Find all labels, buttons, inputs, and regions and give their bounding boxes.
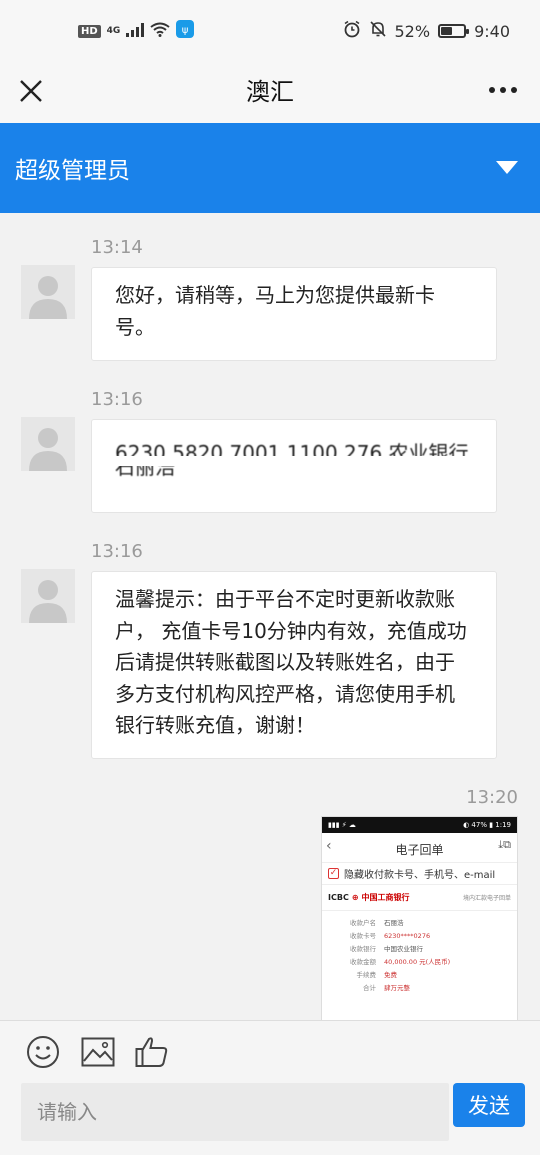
chat-area[interactable]: 13:14 您好，请稍等，马上为您提供最新卡号。 13:16 6230 5820…	[0, 213, 540, 1020]
message-time: 13:20	[466, 787, 518, 808]
status-left: HD 4G ψ	[78, 20, 195, 42]
receipt-title: 电子回单	[395, 843, 444, 857]
battery-level	[441, 27, 453, 35]
agent-selector[interactable]: 超级管理员	[0, 123, 540, 213]
download-share-icon: ⤓⧉	[498, 838, 511, 851]
receipt-subtitle: 境内汇款电子回单	[462, 895, 511, 902]
signal-icon	[126, 22, 145, 41]
page-title: 澳汇	[246, 78, 294, 106]
thumbs-up-icon	[135, 1037, 168, 1067]
message-bubble: 您好，请稍等，马上为您提供最新卡号。	[91, 267, 497, 361]
message-bubble: 6230 5820 7001 1100 276 农业银行 石丽浩	[91, 419, 497, 513]
message-input[interactable]	[21, 1083, 449, 1141]
receipt-rows: 收款户名 石丽浩 收款卡号 6230****0276 收款银行 中国农业银行 收款金额…	[322, 911, 517, 995]
battery-percent: 52%	[394, 21, 431, 41]
message-time: 13:16	[91, 541, 143, 562]
svg-text:ψ: ψ	[182, 25, 189, 36]
receipt-status-bar: ▮▮▮ ⚡ ☁ ◐ 47% ▮ 1:19	[322, 817, 517, 833]
like-button[interactable]	[134, 1035, 170, 1069]
agent-name: 超级管理员	[15, 158, 130, 184]
message-bubble: 温馨提示：由于平台不定时更新收款账户， 充值卡号10分钟内有效，充值成功后请提供…	[91, 571, 497, 759]
input-area: 发送	[0, 1020, 540, 1155]
avatar	[21, 569, 75, 623]
receipt-header: ‹ 电子回单 ⤓⧉	[322, 833, 517, 863]
status-bar: HD 4G ψ 52% 9:40	[0, 0, 540, 62]
image-button[interactable]	[80, 1035, 116, 1069]
caret-down-icon	[496, 161, 518, 174]
receipt-row: 手续费 免费	[356, 971, 398, 979]
checkbox-icon: ✓	[328, 868, 339, 879]
card-number-line: 6230 5820 7001 1100 276 农业银行	[115, 441, 469, 456]
clock-time: 9:40	[474, 21, 510, 41]
battery-icon	[438, 24, 470, 38]
receipt-hide-option: ✓ 隐藏收付款卡号、手机号、e-mail	[322, 863, 517, 885]
wifi-icon	[150, 22, 170, 41]
message-time: 13:16	[91, 389, 143, 410]
emoji-button[interactable]	[25, 1035, 61, 1069]
send-button[interactable]: 发送	[453, 1083, 525, 1127]
avatar	[21, 265, 75, 319]
image-icon	[81, 1037, 115, 1067]
receipt-row: 收款金额 40,000.00 元(人民币)	[350, 958, 451, 966]
receipt-row: 收款卡号 6230****0276	[350, 932, 431, 940]
mute-icon	[369, 20, 387, 42]
emoji-icon	[27, 1036, 59, 1068]
app-notification-icon: ψ	[176, 20, 195, 42]
receipt-row: 收款户名 石丽浩	[350, 919, 404, 927]
avatar	[21, 417, 75, 471]
receipt-row: 合计 肆万元整	[363, 984, 410, 992]
status-right: 52% 9:40	[343, 20, 510, 42]
network-type: 4G	[106, 26, 121, 36]
icbc-logo: ICBC ⊕ 中国工商银行	[328, 893, 410, 902]
more-icon	[489, 87, 517, 93]
alarm-icon	[343, 20, 361, 42]
receipt-row: 收款银行 中国农业银行	[350, 945, 423, 953]
receipt-bank-header: ICBC ⊕ 中国工商银行 境内汇款电子回单	[322, 885, 517, 911]
message-time: 13:14	[91, 237, 143, 258]
icbc-logo-icon: ⊕	[351, 893, 359, 902]
title-bar: 澳汇	[0, 62, 540, 123]
receipt-image[interactable]: ▮▮▮ ⚡ ☁ ◐ 47% ▮ 1:19 ‹ 电子回单 ⤓⧉ ✓ 隐藏收付款卡号…	[321, 816, 518, 1020]
more-options-button[interactable]	[488, 76, 518, 96]
account-name-line: 石丽浩	[115, 466, 175, 479]
hd-badge: HD	[78, 24, 101, 38]
